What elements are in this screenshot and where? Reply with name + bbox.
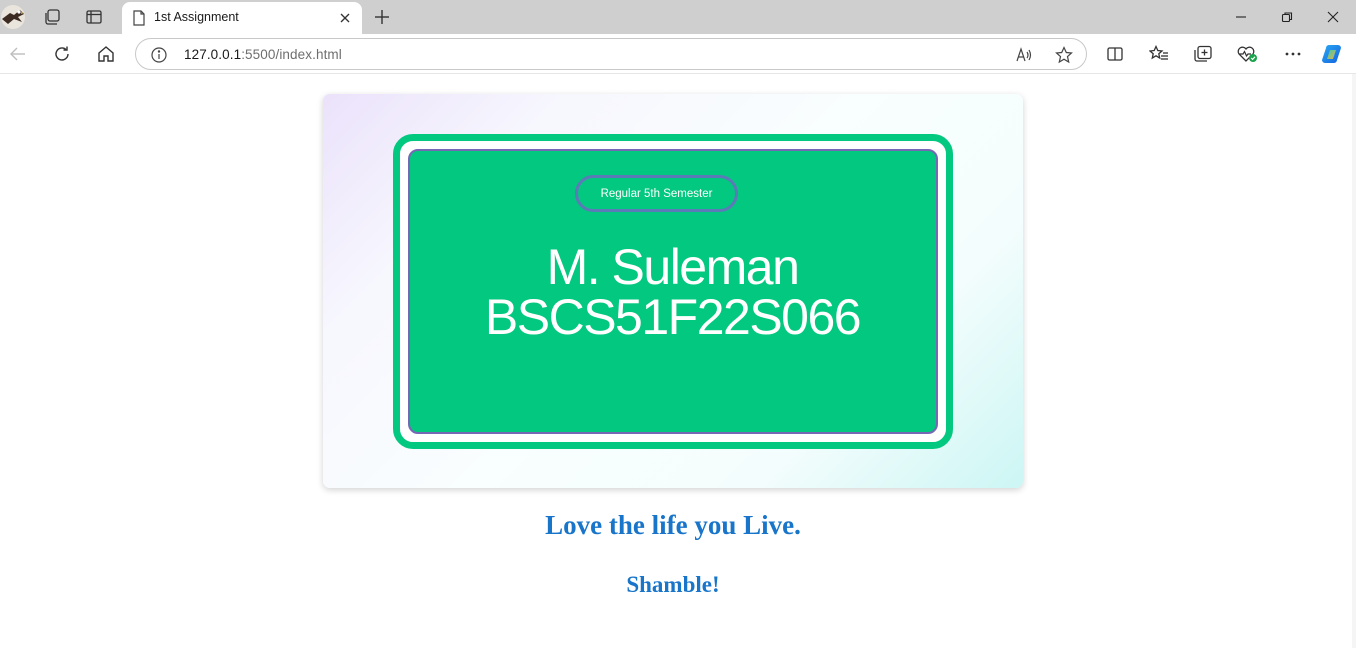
browser-toolbar: 127.0.0.1:5500/index.html — [0, 34, 1356, 74]
split-screen-button[interactable] — [1100, 40, 1130, 68]
card-frame: Regular 5th Semester M. Suleman BSCS51F2… — [393, 134, 953, 449]
close-tab-icon[interactable] — [334, 7, 356, 29]
read-aloud-button[interactable] — [1012, 43, 1036, 67]
more-button[interactable] — [1278, 40, 1308, 68]
info-icon[interactable] — [150, 46, 168, 64]
student-name: M. Suleman — [546, 239, 800, 295]
url-path: :5500/index.html — [241, 47, 342, 62]
read-aloud-icon — [1016, 47, 1032, 62]
star-icon — [1055, 46, 1073, 64]
address-bar[interactable]: 127.0.0.1:5500/index.html — [135, 38, 1087, 70]
vertical-tabs-icon[interactable] — [80, 5, 108, 29]
tab-title: 1st Assignment — [154, 10, 239, 24]
refresh-icon — [55, 46, 69, 61]
favorites-icon — [1149, 45, 1168, 60]
url-text[interactable]: 127.0.0.1:5500/index.html — [184, 47, 342, 62]
workspaces-icon[interactable] — [38, 5, 66, 29]
browser-essentials-button[interactable] — [1232, 40, 1262, 68]
page-content: Regular 5th Semester M. Suleman BSCS51F2… — [0, 74, 1356, 648]
scrollbar-track[interactable] — [1352, 74, 1356, 648]
tab-active[interactable]: 1st Assignment — [122, 2, 362, 34]
minimize-icon — [1236, 16, 1246, 18]
favorites-button[interactable] — [1144, 40, 1174, 68]
page-icon — [132, 10, 146, 26]
restore-button[interactable] — [1264, 0, 1310, 34]
url-host: 127.0.0.1 — [184, 47, 242, 62]
new-tab-button[interactable] — [370, 5, 394, 29]
close-icon — [1327, 11, 1339, 23]
plus-icon — [375, 10, 389, 24]
copilot-icon — [1322, 45, 1341, 63]
minimize-button[interactable] — [1218, 0, 1264, 34]
refresh-button[interactable] — [48, 40, 76, 68]
home-button[interactable] — [92, 40, 120, 68]
subheadline: Shamble! — [626, 572, 720, 597]
back-arrow-icon — [10, 47, 25, 61]
heart-pulse-icon — [1237, 46, 1257, 62]
restore-icon — [1281, 12, 1293, 23]
back-button[interactable] — [4, 40, 32, 68]
home-icon — [98, 46, 114, 62]
copilot-button[interactable] — [1318, 40, 1348, 68]
collections-icon — [1194, 45, 1212, 62]
id-card: Regular 5th Semester M. Suleman BSCS51F2… — [323, 94, 1023, 488]
eagle-avatar-icon[interactable] — [0, 4, 26, 30]
tab-strip: 1st Assignment — [0, 0, 1356, 34]
favorite-button[interactable] — [1052, 43, 1076, 67]
card-inner-panel: Regular 5th Semester M. Suleman BSCS51F2… — [408, 149, 938, 434]
collections-button[interactable] — [1188, 40, 1218, 68]
split-screen-icon — [1107, 47, 1123, 61]
semester-badge: Regular 5th Semester — [575, 175, 738, 212]
close-window-button[interactable] — [1310, 0, 1356, 34]
more-dots-icon — [1285, 52, 1301, 56]
headline: Love the life you Live. — [545, 510, 801, 540]
roll-number: BSCS51F22S066 — [484, 289, 862, 345]
